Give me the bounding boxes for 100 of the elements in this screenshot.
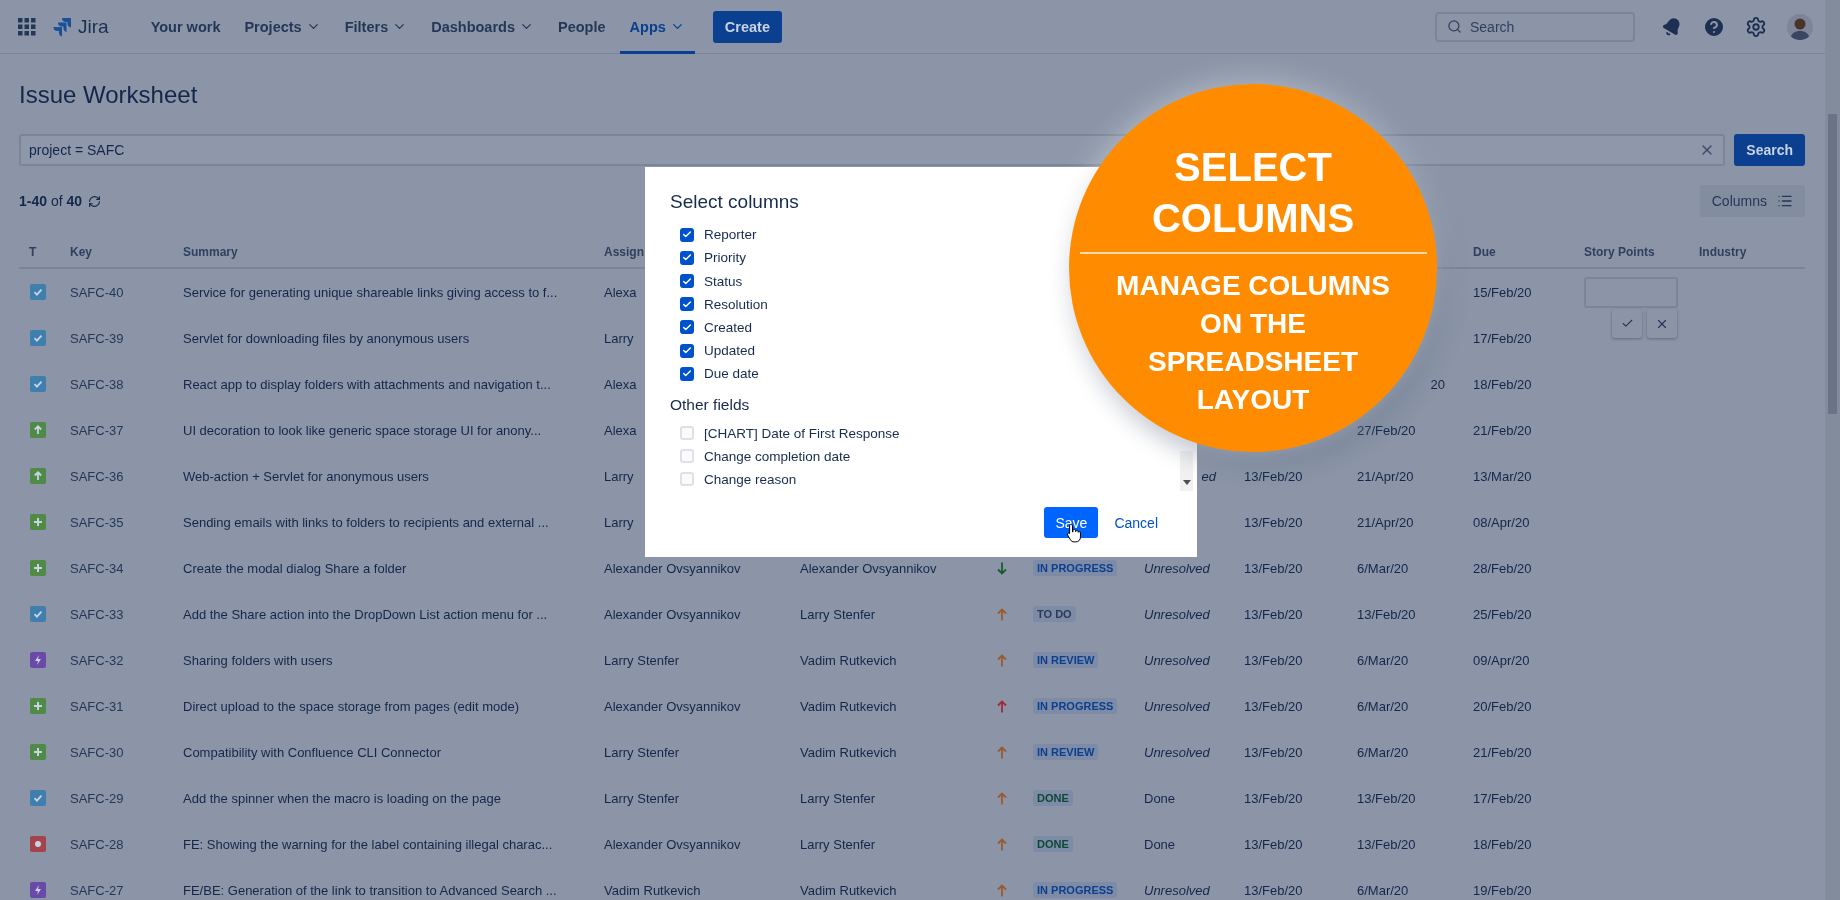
column-option[interactable]: Updated [670, 339, 756, 363]
issue-key[interactable]: SAFC-36 [70, 468, 124, 484]
table-cell: Larry Stenfer [800, 606, 876, 622]
logo-icon [52, 16, 72, 37]
checkbox[interactable] [680, 343, 694, 358]
table-cell: Sharing folders with users [183, 652, 333, 668]
nav-item[interactable]: Filters [334, 0, 418, 54]
table-cell: 13/Feb/20 [1244, 882, 1303, 898]
nav-item[interactable]: Dashboards [421, 0, 544, 54]
nav-item[interactable]: Projects [234, 0, 331, 54]
column-option[interactable]: [CHART] Date of First Response [670, 421, 900, 445]
checkbox[interactable] [680, 274, 694, 288]
column-header[interactable]: Story Points [1584, 245, 1655, 259]
column-option[interactable]: Due date [670, 362, 759, 386]
table-cell: Vadim Rutkevich [800, 652, 897, 668]
checkbox[interactable] [680, 227, 694, 242]
table-cell: Unresolved [1144, 744, 1210, 760]
issue-key[interactable]: SAFC-39 [70, 330, 124, 346]
table-cell: 13/Feb/20 [1244, 652, 1303, 668]
checkbox[interactable] [680, 250, 694, 265]
search-field[interactable]: Search [1435, 11, 1635, 42]
create-button[interactable]: Create [712, 10, 782, 43]
column-option[interactable]: Created [670, 315, 753, 339]
table-cell: 13/Feb/20 [1244, 744, 1303, 760]
table-cell: 20 [1430, 376, 1445, 392]
table-cell: Unresolved [1144, 560, 1210, 576]
table-cell: ed [1201, 468, 1216, 484]
table-cell: React app to display folders with attachments and navigation t... [183, 376, 551, 392]
issue-key[interactable]: SAFC-37 [70, 422, 124, 438]
nav-item[interactable]: People [548, 0, 616, 54]
issue-key[interactable]: SAFC-34 [70, 560, 124, 576]
status-lozenge: TO DO [1033, 606, 1076, 622]
issue-key[interactable]: SAFC-35 [70, 514, 124, 530]
table-cell: Service for generating unique shareable links giving access to f... [183, 284, 558, 300]
columns-button[interactable]: Columns [1699, 185, 1805, 217]
table-cell: Alexander Ovsyannikov [604, 698, 741, 714]
scrollbar[interactable] [1825, 0, 1840, 900]
issue-key[interactable]: SAFC-31 [70, 698, 124, 714]
page-title: Issue Worksheet [19, 80, 198, 110]
issue-key[interactable]: SAFC-28 [70, 836, 124, 852]
status-lozenge: IN PROGRESS [1033, 882, 1118, 898]
dialog-title: Select columns [670, 190, 799, 214]
issue-key[interactable]: SAFC-38 [70, 376, 124, 392]
cancel-link[interactable]: Cancel [1110, 508, 1162, 537]
column-header[interactable]: Summary [183, 245, 238, 259]
caret-down-icon[interactable] [1182, 480, 1191, 485]
table-cell: Larry Stenfer [800, 836, 876, 852]
table-cell: Alexa [604, 376, 637, 392]
column-option[interactable]: Change completion date [670, 444, 851, 468]
table-cell: Larry Stenfer [800, 790, 876, 806]
table-cell: FE/BE: Generation of the link to transition to Advanced Search ... [183, 882, 557, 898]
column-header[interactable]: T [29, 245, 37, 259]
section-heading: Other fields [670, 395, 750, 416]
checkbox[interactable] [680, 297, 694, 312]
table-cell: 13/Mar/20 [1473, 468, 1532, 484]
column-header[interactable]: Key [70, 245, 92, 259]
column-header[interactable]: Industry [1699, 245, 1747, 259]
issue-key[interactable]: SAFC-27 [70, 882, 124, 898]
column-option[interactable]: Change reason [670, 467, 797, 491]
issue-key[interactable]: SAFC-40 [70, 284, 124, 300]
nav-item[interactable]: Your work [140, 0, 231, 54]
column-option[interactable]: Status [670, 269, 743, 293]
issue-key[interactable]: SAFC-32 [70, 652, 124, 668]
table-cell: 6/Mar/20 [1357, 882, 1409, 898]
avatar[interactable] [1787, 13, 1813, 40]
table-cell: Web-action + Servlet for anonymous users [183, 468, 429, 484]
table-cell: 09/Apr/20 [1473, 652, 1530, 668]
status-lozenge: IN REVIEW [1033, 652, 1099, 668]
checkbox[interactable] [680, 366, 694, 381]
table-cell: Alexander Ovsyannikov [604, 560, 741, 576]
column-header[interactable]: Assign [604, 245, 644, 259]
column-option[interactable]: Resolution [670, 292, 768, 316]
table-cell: 27/Feb/20 [1357, 422, 1416, 438]
table-cell: 13/Feb/20 [1357, 606, 1416, 622]
column-option[interactable]: Priority [670, 246, 746, 270]
table-cell: 21/Feb/20 [1473, 744, 1532, 760]
issue-key[interactable]: SAFC-30 [70, 744, 124, 760]
table-cell: Larry Stenfer [604, 652, 680, 668]
table-cell: 21/Apr/20 [1357, 514, 1414, 530]
refresh-icon[interactable] [88, 194, 102, 208]
table-cell: Done [1144, 790, 1176, 806]
app-grid-icon[interactable] [18, 17, 36, 36]
scrollbar[interactable] [1180, 451, 1193, 491]
table-cell: 21/Apr/20 [1357, 468, 1414, 484]
issue-key[interactable]: SAFC-29 [70, 790, 124, 806]
nav-item[interactable]: Apps [619, 0, 695, 54]
table-cell: Alexa [604, 284, 637, 300]
table-cell: Alexander Ovsyannikov [800, 560, 937, 576]
table-cell: Unresolved [1144, 606, 1210, 622]
column-header[interactable]: Due [1473, 245, 1496, 259]
issue-key[interactable]: SAFC-33 [70, 606, 124, 622]
search-button[interactable]: Search [1734, 134, 1805, 166]
checkbox[interactable] [680, 320, 694, 335]
callout-heading: COLUMNS [1151, 195, 1355, 242]
table-cell: 13/Feb/20 [1244, 468, 1303, 484]
column-option[interactable]: Reporter [670, 223, 757, 247]
status-lozenge: IN REVIEW [1033, 744, 1099, 760]
check-icon [682, 275, 692, 287]
table-cell: Direct upload to the space storage from pages (edit mode) [183, 698, 519, 714]
table-cell: 19/Feb/20 [1473, 882, 1532, 898]
